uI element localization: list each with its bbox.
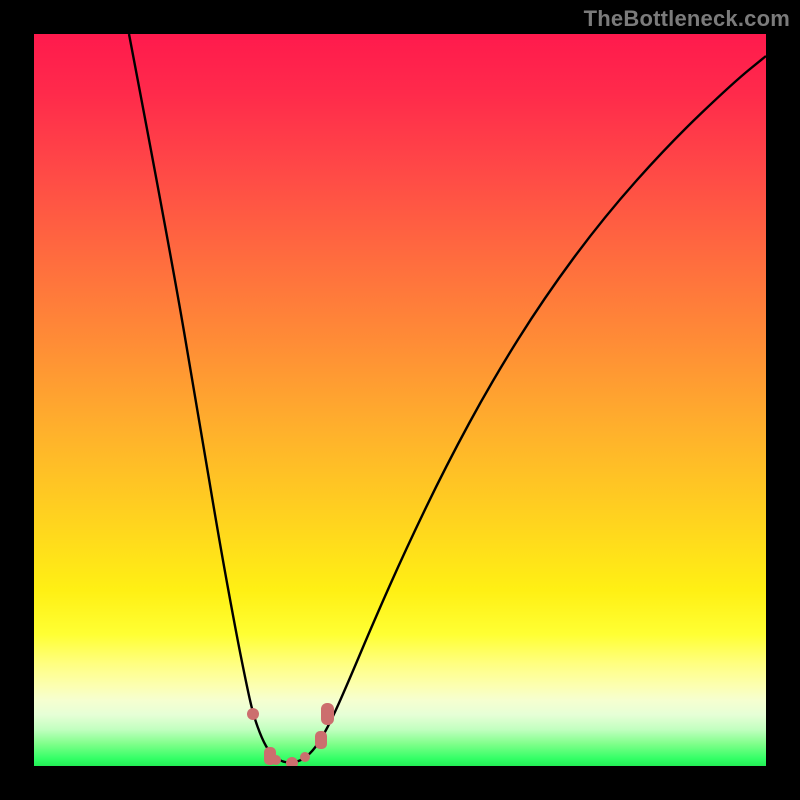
data-marker [321,703,334,725]
watermark-text: TheBottleneck.com [584,6,790,32]
chart-frame: TheBottleneck.com [0,0,800,800]
plot-area [34,34,766,766]
data-marker [271,755,281,765]
data-marker [247,708,259,720]
data-marker [286,757,298,766]
data-marker [300,752,310,762]
data-marker [315,731,327,749]
bottleneck-curve [34,34,766,766]
curve-path [129,34,766,763]
